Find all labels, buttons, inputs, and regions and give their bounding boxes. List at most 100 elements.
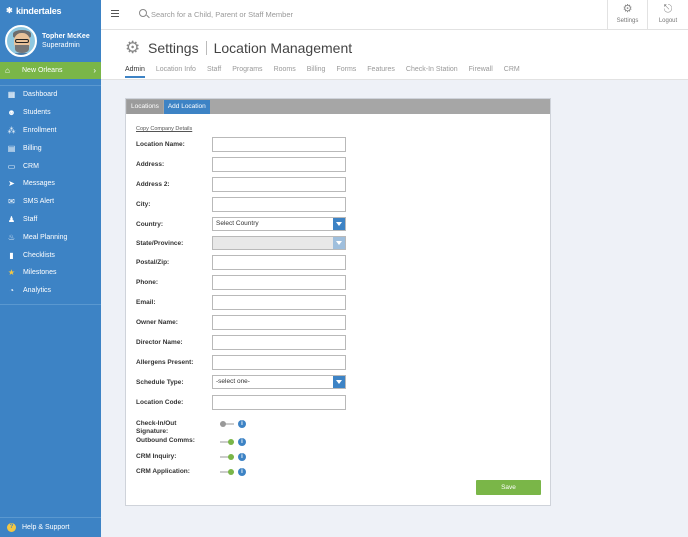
sidebar-item-label: Enrollment — [23, 126, 57, 134]
phone-label: Phone: — [136, 279, 159, 286]
schedule-type-select[interactable]: -select one- — [212, 375, 346, 389]
analytics-icon: ◔ — [9, 286, 14, 296]
tab-features[interactable]: Features — [367, 66, 395, 78]
address-label: Address: — [136, 161, 165, 168]
sidebar-item-sms-alert[interactable]: ✉ SMS Alert — [0, 193, 101, 211]
checkin-signature-toggle[interactable] — [220, 421, 234, 427]
sidebar: ✱ kindertales Topher McKee Superadmin ⌂ … — [0, 0, 101, 537]
help-label: Help & Support — [22, 524, 70, 531]
tab-staff[interactable]: Staff — [207, 66, 221, 78]
checklists-icon: ▮ — [9, 250, 14, 260]
page-subtitle: Location Management — [213, 40, 353, 56]
location-name-label: Location Name: — [136, 141, 185, 148]
chevron-down-icon — [333, 376, 345, 388]
country-select[interactable]: Select Country — [212, 217, 346, 231]
sidebar-item-label: SMS Alert — [23, 198, 55, 206]
postal-field[interactable] — [212, 255, 346, 270]
info-icon[interactable]: i — [238, 438, 246, 446]
gear-icon: ⚙ — [622, 3, 633, 15]
allergens-field[interactable] — [212, 355, 346, 370]
sidebar-item-crm[interactable]: ▭ CRM — [0, 157, 101, 175]
phone-field[interactable] — [212, 275, 346, 290]
settings-label: Settings — [616, 18, 639, 24]
email-field[interactable] — [212, 295, 346, 310]
sidebar-item-enrollment[interactable]: ⁂ Enrollment — [0, 122, 101, 140]
country-select-value: Select Country — [216, 220, 259, 227]
tab-add-location[interactable]: Add Location — [163, 100, 210, 114]
main-content: Locations Add Location Copy Company Deta… — [101, 80, 688, 537]
address2-field[interactable] — [212, 177, 346, 192]
save-button[interactable]: Save — [476, 480, 541, 495]
city-field[interactable] — [212, 197, 346, 212]
hamburger-menu-icon[interactable] — [111, 10, 119, 18]
sidebar-item-checklists[interactable]: ▮ Checklists — [0, 246, 101, 264]
tab-billing[interactable]: Billing — [307, 66, 326, 78]
settings-button[interactable]: ⚙ Settings — [607, 0, 647, 30]
sidebar-item-analytics[interactable]: ◔ Analytics — [0, 282, 101, 300]
location-code-field[interactable] — [212, 395, 346, 410]
location-selector[interactable]: ⌂ New Orleans › — [0, 62, 101, 79]
tab-programs[interactable]: Programs — [232, 66, 262, 78]
director-name-field[interactable] — [212, 335, 346, 350]
enrollment-icon: ⁂ — [7, 125, 16, 135]
search-input[interactable] — [151, 8, 451, 21]
brand-logo[interactable]: ✱ kindertales — [0, 0, 101, 21]
tab-firewall[interactable]: Firewall — [469, 66, 493, 78]
sidebar-item-staff[interactable]: ♟ Staff — [0, 211, 101, 229]
address-field[interactable] — [212, 157, 346, 172]
milestones-icon: ★ — [7, 268, 16, 278]
billing-icon: ▤ — [7, 143, 16, 153]
sidebar-item-milestones[interactable]: ★ Milestones — [0, 264, 101, 282]
sidebar-item-students[interactable]: ☻ Students — [0, 104, 101, 122]
tab-admin[interactable]: Admin — [125, 66, 145, 78]
info-icon[interactable]: i — [238, 453, 246, 461]
location-name-field[interactable] — [212, 137, 346, 152]
panel-tabs: Locations Add Location — [126, 99, 550, 114]
avatar — [5, 24, 37, 57]
tab-check-in-station[interactable]: Check-In Station — [406, 66, 458, 78]
director-name-label: Director Name: — [136, 339, 183, 346]
checkin-signature-label: Check-In/Out Signature: — [136, 420, 177, 435]
outbound-comms-toggle[interactable] — [220, 439, 234, 445]
sidebar-item-label: Checklists — [23, 251, 55, 259]
dashboard-icon: ▦ — [7, 90, 16, 100]
user-profile[interactable]: Topher McKee Superadmin — [0, 21, 101, 60]
divider — [0, 304, 101, 305]
kindertales-logo-icon: ✱ — [6, 5, 13, 15]
tab-forms[interactable]: Forms — [336, 66, 356, 78]
sidebar-item-billing[interactable]: ▤ Billing — [0, 139, 101, 157]
owner-name-label: Owner Name: — [136, 319, 178, 326]
sidebar-item-meal-planning[interactable]: ♨ Meal Planning — [0, 228, 101, 246]
help-support-link[interactable]: ? Help & Support — [0, 517, 101, 537]
sidebar-nav: ▦ Dashboard ☻ Students ⁂ Enrollment ▤ Billin… — [0, 85, 101, 300]
allergens-label: Allergens Present: — [136, 359, 194, 366]
logout-label: Logout — [658, 18, 678, 24]
sidebar-item-messages[interactable]: ➤ Messages — [0, 175, 101, 193]
sms-alert-icon: ✉ — [8, 197, 15, 207]
copy-company-details-link[interactable]: Copy Company Details — [136, 126, 192, 132]
owner-name-field[interactable] — [212, 315, 346, 330]
help-icon: ? — [7, 523, 16, 532]
crm-application-toggle[interactable] — [220, 469, 234, 475]
meal-planning-icon: ♨ — [7, 232, 16, 242]
sidebar-item-dashboard[interactable]: ▦ Dashboard — [0, 86, 101, 104]
brand-name: kindertales — [16, 5, 62, 16]
page-header: ⚙ Settings Location Management Admin Loc… — [101, 30, 688, 80]
location-code-label: Location Code: — [136, 399, 184, 406]
home-icon: ⌂ — [5, 66, 10, 75]
logout-button[interactable]: ⎋ Logout — [647, 0, 688, 30]
info-icon[interactable]: i — [238, 468, 246, 476]
top-bar: ⚙ Settings ⎋ Logout — [101, 0, 688, 30]
tab-crm[interactable]: CRM — [504, 66, 520, 78]
sidebar-item-label: Messages — [23, 180, 55, 188]
tab-locations[interactable]: Locations — [127, 100, 163, 114]
schedule-type-value: -select one- — [216, 378, 250, 385]
crm-inquiry-toggle[interactable] — [220, 454, 234, 460]
search-icon — [139, 9, 147, 17]
tab-rooms[interactable]: Rooms — [274, 66, 296, 78]
chevron-down-icon — [333, 218, 345, 230]
info-icon[interactable]: i — [238, 420, 246, 428]
tab-location-info[interactable]: Location Info — [156, 66, 196, 78]
sidebar-item-label: Students — [23, 109, 51, 117]
sidebar-item-label: Analytics — [23, 287, 52, 295]
